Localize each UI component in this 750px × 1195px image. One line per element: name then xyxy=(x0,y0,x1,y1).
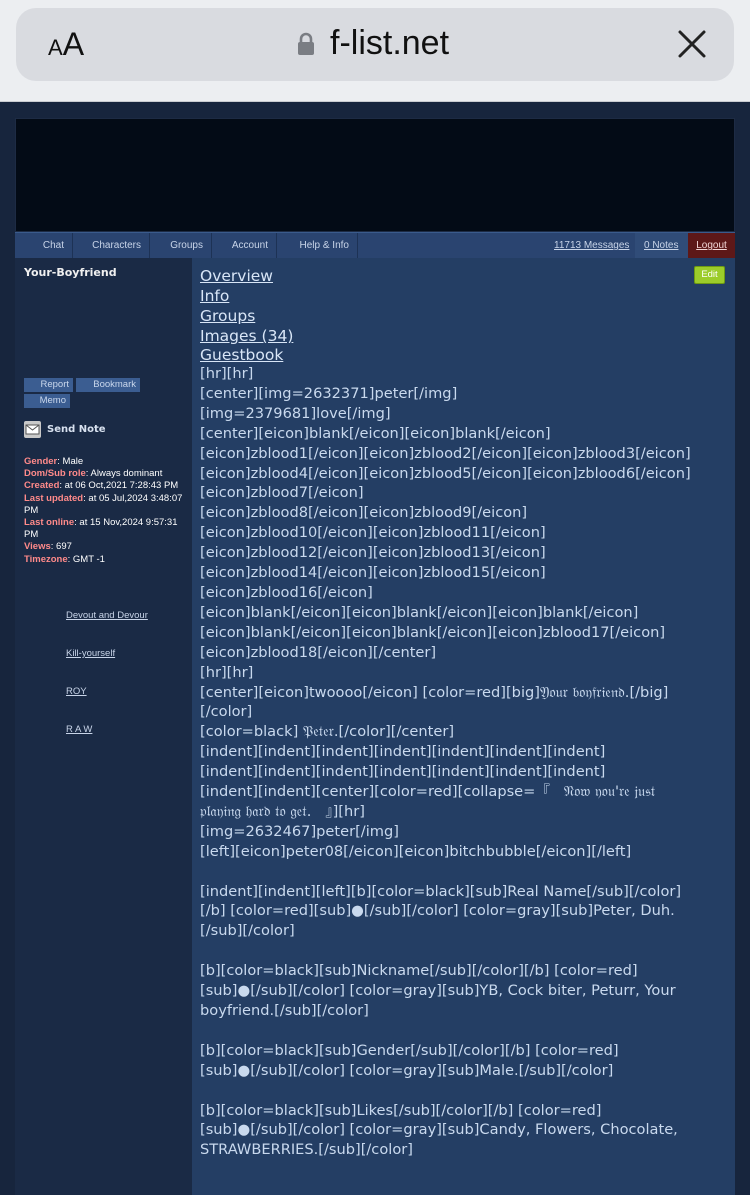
nav-notes-cell: 0 Notes xyxy=(635,233,688,259)
info-value: Always dominant xyxy=(88,468,163,480)
send-note-button[interactable]: Send Note xyxy=(24,420,106,438)
tab-groups[interactable]: Groups xyxy=(200,307,255,325)
nav-help-info[interactable]: Help & Info xyxy=(277,233,358,259)
edit-button[interactable]: Edit xyxy=(694,266,725,284)
info-label: Views xyxy=(24,541,51,553)
info-label: Gender xyxy=(24,456,58,467)
text-size-button[interactable]: AA xyxy=(48,26,84,63)
report-button[interactable]: Report xyxy=(24,378,73,392)
bookmark-button[interactable]: Bookmark xyxy=(76,378,140,392)
info-dom-sub-role: Dom/Sub role: Always dominant xyxy=(24,468,163,480)
browser-address-bar: AA f-list.net xyxy=(0,0,750,102)
info-last-online: Last online: at 15 Nov,2024 9:57:31 PM xyxy=(24,517,178,541)
site-banner xyxy=(15,118,735,232)
info-value: Male xyxy=(59,456,84,467)
tab-info[interactable]: Info xyxy=(200,287,229,305)
tab-guestbook[interactable]: Guestbook xyxy=(200,346,283,364)
profile-description: [hr][hr] [center][img=2632371]peter[/img… xyxy=(200,365,691,1159)
character-name: Your-Boyfriend xyxy=(24,266,117,279)
info-created: Created: at 06 Oct,2021 7:28:43 PM xyxy=(24,480,179,492)
info-value: GMT -1 xyxy=(70,553,105,565)
info-label: Last updated xyxy=(24,492,84,504)
top-nav: Chat Characters Groups Account Help & In… xyxy=(15,232,735,259)
info-timezone: Timezone: GMT -1 xyxy=(24,553,105,565)
site-page: Chat Characters Groups Account Help & In… xyxy=(0,102,750,1195)
nav-chat[interactable]: Chat xyxy=(15,233,73,259)
tab-overview[interactable]: Overview xyxy=(200,267,273,285)
info-gender: Gender: Male xyxy=(24,456,84,467)
info-last-updated: Last updated: at 05 Jul,2024 3:48:07 PM xyxy=(24,492,183,516)
info-value: at 06 Oct,2021 7:28:43 PM xyxy=(62,480,179,492)
nav-notes-link[interactable]: 0 Notes xyxy=(644,233,678,259)
info-value: 697 xyxy=(53,541,72,553)
sidebar-link-roy[interactable]: ROY xyxy=(66,686,87,697)
info-label: Created xyxy=(24,480,60,492)
nav-characters[interactable]: Characters xyxy=(73,233,150,259)
profile-sidebar: Your-Boyfriend Report Bookmark Memo Send… xyxy=(15,258,192,1195)
url-field[interactable]: AA f-list.net xyxy=(16,8,734,81)
lock-icon xyxy=(298,32,314,55)
url-text: f-list.net xyxy=(330,24,450,62)
tab-images[interactable]: Images (34) xyxy=(200,327,293,345)
text-size-small-a: A xyxy=(48,35,63,60)
close-icon[interactable] xyxy=(676,28,708,60)
sidebar-link-devout-and-devour[interactable]: Devout and Devour xyxy=(66,610,148,621)
info-views: Views: 697 xyxy=(24,541,72,553)
sidebar-link-kill-yourself[interactable]: Kill-yourself xyxy=(66,648,115,659)
send-note-label: Send Note xyxy=(47,423,106,435)
profile-main: Edit Overview Info Groups Images (34) Gu… xyxy=(192,258,735,1195)
logout-button[interactable]: Logout xyxy=(688,233,735,259)
memo-button[interactable]: Memo xyxy=(24,394,70,408)
nav-messages-link[interactable]: 11713 Messages xyxy=(554,233,629,259)
info-label: Dom/Sub role xyxy=(24,468,86,480)
nav-groups[interactable]: Groups xyxy=(150,233,212,259)
profile-info-list: Gender: Male Dom/Sub role: Always domina… xyxy=(24,456,189,566)
mail-icon xyxy=(24,420,41,438)
text-size-big-a: A xyxy=(62,26,85,62)
info-label: Timezone xyxy=(24,553,68,565)
info-label: Last online xyxy=(24,517,75,529)
sidebar-link-raw[interactable]: R A W xyxy=(66,724,92,735)
nav-account[interactable]: Account xyxy=(212,233,277,259)
